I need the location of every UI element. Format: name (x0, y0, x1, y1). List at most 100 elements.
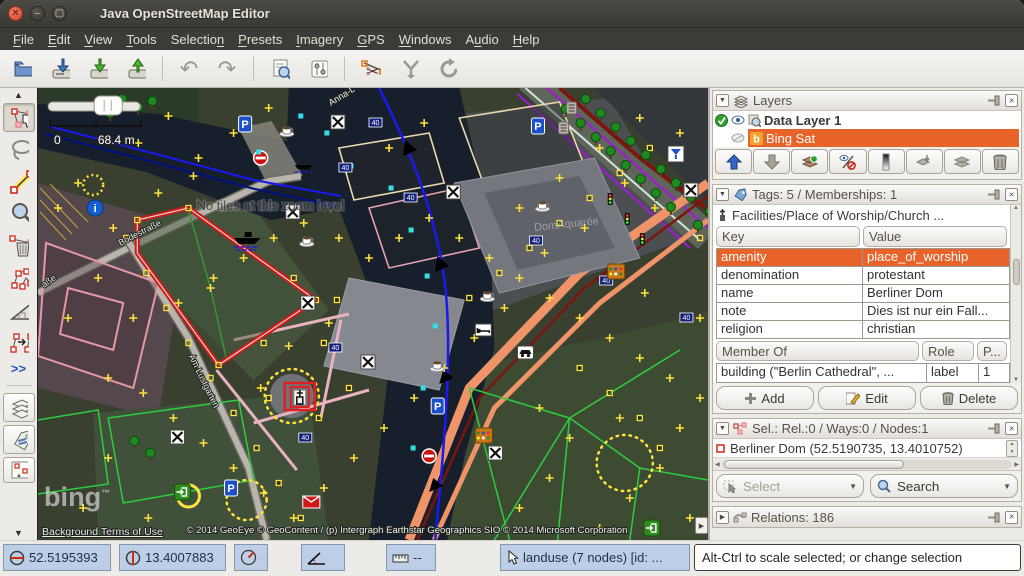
collapse-icon[interactable]: ▼ (716, 94, 729, 107)
upload-data-icon[interactable] (120, 54, 152, 84)
panel-title: Layers (753, 93, 983, 108)
membership-row[interactable]: building ("Berlin Cathedral", ...label1 (717, 364, 1009, 382)
expand-icon[interactable]: ▶ (716, 511, 729, 524)
pin-icon[interactable] (987, 422, 1001, 435)
terms-link[interactable]: Background Terms of Use (42, 526, 163, 538)
tag-row[interactable]: denominationprotestant (717, 267, 1009, 285)
node-marker-square (647, 146, 652, 151)
close-icon[interactable]: ✕ (1005, 422, 1018, 435)
toolbar-separator (162, 57, 163, 81)
menu-item[interactable]: GPS (350, 30, 391, 49)
download-data-icon[interactable] (82, 54, 114, 84)
add-tag-button[interactable]: Add (716, 386, 814, 410)
traffic-light-icon (608, 193, 613, 205)
lasso-tool-icon[interactable] (3, 135, 35, 164)
unglue-tool-icon[interactable] (3, 263, 35, 292)
close-icon[interactable]: ✕ (1005, 188, 1018, 201)
layer-up-icon[interactable] (715, 149, 752, 174)
menu-item[interactable]: File (6, 30, 41, 49)
visible-eye-icon (731, 115, 745, 125)
layer-row-data[interactable]: Data Layer 1 (713, 111, 1021, 129)
edit-tag-button[interactable]: Edit (818, 386, 916, 410)
vertical-spinner[interactable]: ▲▼ (1006, 440, 1018, 457)
window-close-button[interactable]: ✕ (8, 6, 23, 21)
key-column-header[interactable]: Key (716, 226, 860, 247)
panel-title: Tags: 5 / Memberships: 1 (752, 187, 983, 202)
layer-activate-icon[interactable] (791, 149, 828, 174)
preferences-icon[interactable] (302, 54, 334, 84)
value-column-header[interactable]: Value (863, 226, 1007, 247)
extrude-tool-icon[interactable] (3, 295, 35, 324)
layer-down-icon[interactable] (753, 149, 790, 174)
select-button[interactable]: Select▼ (716, 474, 864, 498)
map-render[interactable]: i PPPP4040404040404040 Bodestraße Am Lus… (38, 88, 708, 540)
pin-icon[interactable] (987, 511, 1001, 524)
panel-collapse-button[interactable]: ▶ (695, 517, 708, 534)
close-icon[interactable]: ✕ (1005, 94, 1018, 107)
redo-icon[interactable]: ↷ (211, 54, 243, 84)
window-maximize-button[interactable]: ▢ (52, 6, 67, 21)
search-button[interactable]: Search▼ (870, 474, 1018, 498)
combine-way-icon[interactable] (393, 54, 425, 84)
open-icon[interactable] (6, 54, 38, 84)
selection-list-item[interactable]: Berliner Dom (52.5190735, 13.4010752) ▲▼ (713, 439, 1021, 458)
delete-tag-button[interactable]: Delete (920, 386, 1018, 410)
selection-toggle-icon[interactable]: ▲ (3, 457, 35, 483)
restaurant-icon (684, 183, 698, 197)
save-icon[interactable] (44, 54, 76, 84)
refresh-icon[interactable] (431, 54, 463, 84)
menu-item[interactable]: Help (506, 30, 547, 49)
preset-row[interactable]: Facilities/Place of Worship/Church ... (713, 205, 1010, 225)
tag-row[interactable]: nameBerliner Dom (717, 285, 1009, 303)
tag-row[interactable]: noteDies ist nur ein Fall... (717, 303, 1009, 321)
search-icon[interactable] (264, 54, 296, 84)
delete-tool-icon[interactable] (3, 231, 35, 260)
svg-text:40: 40 (372, 120, 380, 127)
draw-node-tool-icon[interactable] (3, 167, 35, 196)
distance-field: -- (386, 544, 436, 571)
layer-visibility-icon[interactable] (829, 149, 866, 174)
layer-merge-icon[interactable] (906, 149, 943, 174)
more-tools[interactable]: >> (11, 361, 26, 376)
layer-opacity-icon[interactable] (868, 149, 905, 174)
collapse-icon[interactable]: ▼ (716, 422, 729, 435)
role-header[interactable]: Role (922, 341, 974, 361)
layer-row-bing[interactable]: b Bing Sat (713, 129, 1021, 147)
latitude-icon (9, 550, 25, 566)
scroll-up-icon[interactable]: ▲ (14, 90, 23, 100)
split-way-icon[interactable]: ✂ (355, 54, 387, 84)
toolbar-separator (344, 57, 345, 81)
pin-icon[interactable] (987, 94, 1001, 107)
menu-item[interactable]: View (77, 30, 119, 49)
layer-delete-icon[interactable] (982, 149, 1019, 174)
menu-item[interactable]: Selection (164, 30, 231, 49)
node-marker-square (657, 446, 662, 451)
window-minimize-button[interactable]: – (30, 6, 45, 21)
pin-icon[interactable] (987, 188, 1001, 201)
layer-duplicate-icon[interactable] (944, 149, 981, 174)
close-icon[interactable]: ✕ (1005, 511, 1018, 524)
horizontal-scrollbar[interactable]: ◀▶ (713, 458, 1021, 471)
menu-item[interactable]: Edit (41, 30, 77, 49)
map-canvas[interactable]: i PPPP4040404040404040 Bodestraße Am Lus… (38, 88, 708, 540)
tag-row[interactable]: religionchristian (717, 321, 1009, 339)
collapse-icon[interactable]: ▼ (716, 188, 729, 201)
menu-item[interactable]: Tools (119, 30, 163, 49)
zoom-tool-icon[interactable] (3, 199, 35, 228)
menu-item[interactable]: Presets (231, 30, 289, 49)
scroll-down-icon[interactable]: ▼ (14, 528, 23, 538)
parallel-tool-icon[interactable] (3, 327, 35, 356)
menu-item[interactable]: Audio (458, 30, 505, 49)
member-of-header[interactable]: Member Of (716, 341, 919, 361)
layers-toggle-icon[interactable] (3, 393, 35, 422)
vertical-scrollbar[interactable]: ▲▼ (1010, 205, 1021, 383)
undo-icon[interactable]: ↶ (173, 54, 205, 84)
menu-item[interactable]: Windows (392, 30, 459, 49)
select-tool-icon[interactable] (3, 103, 35, 132)
menu-item[interactable]: Imagery (289, 30, 350, 49)
tag-row[interactable]: amenityplace_of_worship (717, 249, 1009, 267)
position-header[interactable]: P... (977, 341, 1007, 361)
edit-toolbar: ▲ >> (0, 88, 38, 540)
water-node-marker (433, 324, 438, 329)
tags-toggle-icon[interactable] (3, 425, 35, 454)
